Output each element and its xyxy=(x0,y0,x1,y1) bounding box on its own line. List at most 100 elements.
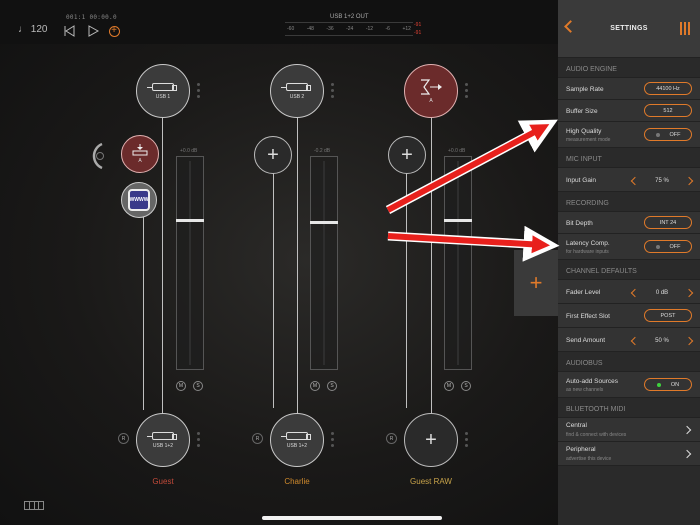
add-effect-button[interactable]: + xyxy=(388,136,426,174)
chevron-right-icon[interactable] xyxy=(684,336,694,345)
solo-button[interactable]: S xyxy=(461,381,471,391)
bit-depth-button[interactable]: INT 24 xyxy=(644,216,692,229)
chevron-right-icon xyxy=(682,425,692,435)
fader-knob[interactable] xyxy=(176,219,204,222)
fader-value: +0.0 dB xyxy=(180,148,198,154)
effect-node-a[interactable]: A xyxy=(121,135,159,173)
row-send-amount: Send Amount 50 % xyxy=(558,328,700,352)
record-button[interactable] xyxy=(107,24,121,38)
add-output-button[interactable]: + xyxy=(404,413,458,467)
buffer-size-button[interactable]: 512 xyxy=(644,104,692,117)
add-channel-button[interactable]: + xyxy=(514,250,558,316)
input-node-usb2[interactable]: USB 2 xyxy=(270,64,324,118)
buffer-size-label: Buffer Size xyxy=(566,108,598,115)
plus-icon: + xyxy=(401,144,413,166)
input-gain-value: 75 % xyxy=(655,177,669,184)
settings-header: SETTINGS xyxy=(558,0,700,58)
output-node[interactable]: USB 1+2 xyxy=(270,413,324,467)
row-fader-level: Fader Level 0 dB xyxy=(558,280,700,304)
home-indicator[interactable] xyxy=(262,516,442,520)
mute-button[interactable]: M xyxy=(310,381,320,391)
chevron-left-icon[interactable] xyxy=(630,288,640,297)
fader-track[interactable] xyxy=(444,156,472,370)
section-bluetooth-midi: BLUETOOTH MIDI xyxy=(558,398,700,418)
row-peripheral[interactable]: Peripheral advertise this device xyxy=(558,442,700,466)
latency-comp-toggle[interactable]: OFF xyxy=(644,240,692,253)
high-quality-label: High Quality xyxy=(566,128,602,135)
connector-dot xyxy=(96,152,104,160)
chevron-right-icon[interactable] xyxy=(684,288,694,297)
play-button[interactable] xyxy=(86,24,100,38)
input-node-usb1[interactable]: USB 1 xyxy=(136,64,190,118)
solo-button[interactable]: S xyxy=(193,381,203,391)
channel-name-charlie[interactable]: Charlie xyxy=(257,477,337,486)
channel-name-guest-raw[interactable]: Guest RAW xyxy=(391,477,471,486)
fader-track[interactable] xyxy=(310,156,338,370)
channel-menu-dots[interactable] xyxy=(197,432,200,450)
solo-button[interactable]: S xyxy=(327,381,337,391)
section-audiobus: AUDIOBUS xyxy=(558,352,700,372)
plugin-slot[interactable]: WWWW xyxy=(121,182,157,218)
section-audio-engine: AUDIO ENGINE xyxy=(558,58,700,78)
settings-panel: SETTINGS AUDIO ENGINE Sample Rate 44100 … xyxy=(558,0,700,525)
plug-icon xyxy=(281,82,311,91)
routing-line xyxy=(431,116,432,416)
channel-menu-dots[interactable] xyxy=(331,432,334,450)
row-sample-rate: Sample Rate 44100 Hz xyxy=(558,78,700,100)
send-amount-label: Send Amount xyxy=(566,337,606,344)
channel-menu-dots[interactable] xyxy=(465,83,468,101)
plus-icon: + xyxy=(267,144,279,166)
input-gain-label: Input Gain xyxy=(566,177,596,184)
chevron-left-icon[interactable] xyxy=(630,336,640,345)
chevron-right-icon[interactable] xyxy=(684,176,694,185)
record-arm-button[interactable]: R xyxy=(252,433,263,444)
meter-tick: -6 xyxy=(385,26,390,32)
first-effect-slot-button[interactable]: POST xyxy=(644,309,692,322)
rewind-button[interactable] xyxy=(62,24,76,38)
sample-rate-button[interactable]: 44100 Hz xyxy=(644,82,692,95)
tempo-display[interactable]: ♩ 120 xyxy=(18,24,47,35)
row-first-effect-slot: First Effect Slot POST xyxy=(558,304,700,328)
channel-menu-dots[interactable] xyxy=(465,432,468,450)
fader-knob[interactable] xyxy=(310,221,338,224)
effect-node-label: A xyxy=(138,158,142,164)
row-central[interactable]: Central find & connect with devices xyxy=(558,418,700,442)
mute-button[interactable]: M xyxy=(444,381,454,391)
record-arm-button[interactable]: R xyxy=(118,433,129,444)
mixer-view-icon[interactable] xyxy=(680,22,690,35)
sum-bus-icon xyxy=(421,78,442,95)
input-node-send-a[interactable]: A xyxy=(404,64,458,118)
fader-track[interactable] xyxy=(176,156,204,370)
section-recording: RECORDING xyxy=(558,192,700,212)
keyboard-icon[interactable] xyxy=(24,501,44,510)
record-arm-button[interactable]: R xyxy=(386,433,397,444)
toggle-led-icon xyxy=(655,244,660,249)
auto-add-sources-toggle[interactable]: ON xyxy=(644,378,692,391)
meter-tick: -48 xyxy=(306,26,314,32)
meter-tick: -24 xyxy=(346,26,354,32)
row-input-gain: Input Gain 75 % xyxy=(558,168,700,192)
record-icon xyxy=(108,25,120,37)
mute-button[interactable]: M xyxy=(176,381,186,391)
output-node[interactable]: USB 1+2 xyxy=(136,413,190,467)
channel-menu-dots[interactable] xyxy=(197,83,200,101)
fader-value: +0.0 dB xyxy=(448,148,466,154)
fader-level-value: 0 dB xyxy=(655,289,669,296)
channel-name-guest[interactable]: Guest xyxy=(123,477,203,486)
chevron-left-icon[interactable] xyxy=(630,176,640,185)
high-quality-toggle[interactable]: OFF xyxy=(644,128,692,141)
toggle-state: OFF xyxy=(669,131,681,138)
plug-icon xyxy=(147,431,177,440)
fader-value: -0.2 dB xyxy=(314,148,331,154)
central-label: Central xyxy=(566,422,587,429)
input-gain-stepper[interactable]: 75 % xyxy=(630,174,694,187)
row-high-quality: High Quality measurement mode OFF xyxy=(558,122,700,148)
central-sub: find & connect with devices xyxy=(566,432,627,438)
send-amount-stepper[interactable]: 50 % xyxy=(630,334,694,347)
fader-level-stepper[interactable]: 0 dB xyxy=(630,286,694,299)
send-amount-value: 50 % xyxy=(655,337,669,344)
bit-depth-label: Bit Depth xyxy=(566,220,593,227)
add-effect-button[interactable]: + xyxy=(254,136,292,174)
channel-menu-dots[interactable] xyxy=(331,83,334,101)
fader-knob[interactable] xyxy=(444,219,472,222)
